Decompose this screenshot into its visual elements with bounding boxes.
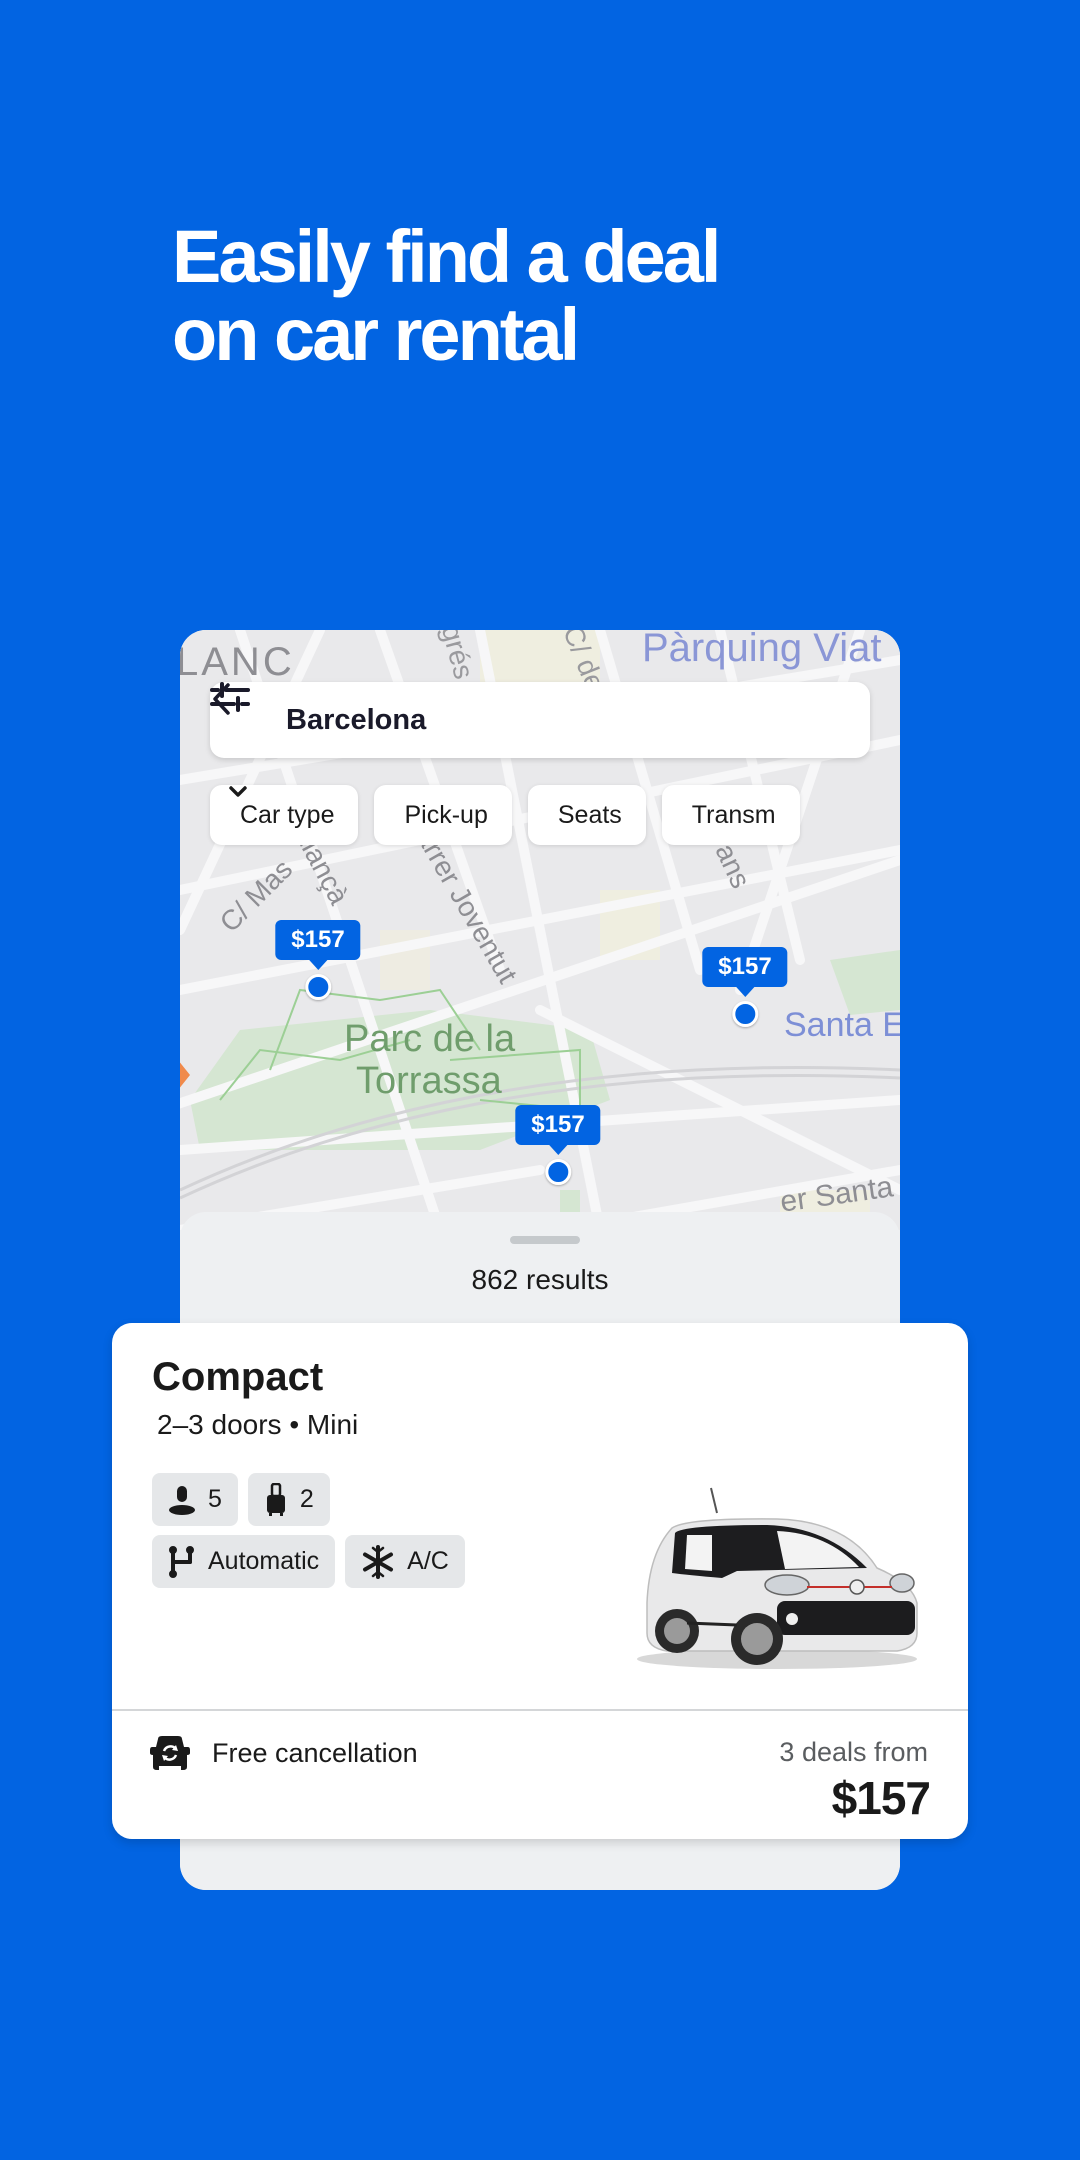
chip-label: Car type xyxy=(240,800,335,829)
filter-chip-transmission[interactable]: Transm xyxy=(661,785,800,845)
deals-count: 3 deals from xyxy=(779,1737,928,1767)
car-features-row: Automatic A/C xyxy=(152,1535,465,1588)
car-features-row: 5 2 xyxy=(152,1473,330,1526)
sheet-drag-handle[interactable] xyxy=(510,1236,580,1244)
pin-price-label: $157 xyxy=(515,1105,601,1145)
filter-chip-pick-up[interactable]: Pick-up xyxy=(229,785,512,845)
sliders-icon[interactable] xyxy=(210,682,842,740)
car-cancellation-icon xyxy=(150,1736,190,1770)
map-price-pin[interactable]: $157 xyxy=(702,947,788,1027)
chip-label: Seats xyxy=(557,800,622,829)
filter-chip-seats[interactable]: Seats xyxy=(229,785,646,845)
filter-chips: Car type Pick-up Seats Transm xyxy=(210,785,800,845)
seats-badge: 5 xyxy=(152,1473,238,1526)
transmission-label: Automatic xyxy=(208,1547,320,1575)
chip-label: Pick-up xyxy=(404,800,488,829)
map-label-neighbourhood: Santa E xyxy=(784,1006,900,1044)
bags-badge: 2 xyxy=(247,1473,330,1526)
map-label-park: Parc de la xyxy=(344,1018,516,1060)
ac-badge: A/C xyxy=(345,1535,465,1588)
headline: Easily find a deal on car rental xyxy=(172,215,721,376)
map-price-pin[interactable]: $157 xyxy=(515,1105,601,1185)
chevron-down-icon xyxy=(229,786,247,797)
map-label-area: LANC xyxy=(180,640,295,684)
pin-price-label: $157 xyxy=(275,920,361,960)
results-count: 862 results xyxy=(471,1264,609,1295)
luggage-icon xyxy=(266,1482,285,1516)
chip-label: Transm xyxy=(691,800,776,829)
transmission-badge: Automatic xyxy=(152,1535,336,1588)
pin-dot xyxy=(544,1159,571,1185)
map-label-parking: Pàrquing Viat xyxy=(642,630,882,670)
map-label-park: Torrassa xyxy=(356,1060,502,1102)
car-category: Compact xyxy=(152,1355,324,1399)
ac-label: A/C xyxy=(407,1547,449,1575)
gearbox-icon xyxy=(169,1545,194,1578)
price: $157 xyxy=(831,1772,931,1824)
snowflake-icon xyxy=(363,1544,394,1579)
bags-count: 2 xyxy=(299,1485,314,1513)
map-price-pin[interactable]: $157 xyxy=(275,920,361,1000)
free-cancellation: Free cancellation xyxy=(150,1735,418,1771)
person-icon xyxy=(169,1485,195,1515)
pin-dot xyxy=(304,974,331,1000)
car-subtitle: 2–3 doors • Mini xyxy=(157,1409,359,1440)
seats-count: 5 xyxy=(208,1485,222,1513)
car-listing-card[interactable]: Compact 2–3 doors • Mini 5 2 Automatic A… xyxy=(112,1323,968,1839)
car-image xyxy=(637,1487,918,1669)
pin-dot xyxy=(731,1001,758,1027)
card-divider xyxy=(112,1709,968,1711)
map-view[interactable]: LANC Pàrquing Viat grés C/ de C/ Mas Lla… xyxy=(180,630,900,1230)
location-search-bar[interactable]: Barcelona xyxy=(210,682,870,758)
headline-line-1: Easily find a deal xyxy=(172,215,721,298)
search-location-text[interactable]: Barcelona xyxy=(286,704,794,737)
headline-line-2: on car rental xyxy=(172,293,580,376)
pin-price-label: $157 xyxy=(702,947,788,987)
cancellation-label: Free cancellation xyxy=(212,1737,418,1768)
